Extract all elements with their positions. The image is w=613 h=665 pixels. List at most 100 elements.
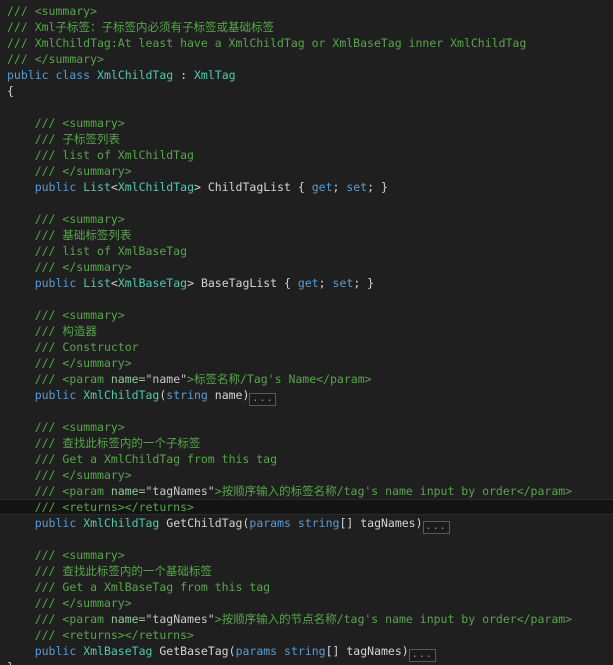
code-token-punc: ; } [353, 276, 375, 290]
code-line[interactable]: /// Xml子标签：子标签内必须有子标签或基础标签 [7, 19, 613, 35]
code-line[interactable]: /// 查找此标签内的一个子标签 [7, 435, 613, 451]
code-token-doctag: > [214, 484, 222, 498]
code-line[interactable]: /// <param name="tagNames">按顺序输入的节点名称/ta… [7, 611, 613, 627]
code-token-cmt: /// [34, 212, 63, 226]
code-token-id: name [214, 388, 243, 402]
code-line[interactable]: /// <param name="name">标签名称/Tag's Name</… [7, 371, 613, 387]
code-token-cmt: /// [7, 4, 35, 18]
code-line[interactable]: /// </summary> [7, 355, 613, 371]
code-token-kw: public [34, 644, 77, 658]
code-token-attrval: "tagNames" [145, 484, 215, 498]
code-token-doctag: <summary> [62, 548, 125, 562]
code-token-cmt: /// [34, 260, 63, 274]
code-line[interactable]: /// Get a XmlBaseTag from this tag [7, 579, 613, 595]
code-token-kw: params [235, 644, 278, 658]
code-token-punc: ; [318, 276, 333, 290]
code-token-doctag: > [214, 612, 222, 626]
code-line[interactable]: public class XmlChildTag : XmlTag [7, 67, 613, 83]
code-line[interactable]: /// <summary> [7, 307, 613, 323]
code-token-cmt: /// [34, 500, 63, 514]
code-token-type: XmlBaseTag [117, 276, 188, 290]
code-token-doctag: </param> [316, 372, 372, 386]
code-token-kw: public [34, 388, 77, 402]
code-line[interactable]: /// <summary> [7, 547, 613, 563]
code-token-punc: ) [242, 388, 250, 402]
code-token-id: tagNames [346, 644, 402, 658]
code-token-punc: { [290, 180, 312, 194]
code-token-punc: } [7, 660, 14, 665]
code-line[interactable]: /// 子标签列表 [7, 131, 613, 147]
code-token-cmt: /// [34, 628, 63, 642]
code-token-kw: set [346, 180, 368, 194]
code-line[interactable]: /// <returns></returns> [7, 627, 613, 643]
code-token-punc [208, 388, 215, 402]
code-token-punc [277, 644, 284, 658]
code-line[interactable]: /// list of XmlBaseTag [7, 243, 613, 259]
code-token-punc: ) [401, 644, 409, 658]
code-token-doctag: > [187, 372, 194, 386]
code-line[interactable]: /// 构造器 [7, 323, 613, 339]
code-token-cmt: /// 构造器 [34, 324, 97, 338]
code-line[interactable]: public XmlBaseTag GetBaseTag(params stri… [7, 643, 613, 662]
code-token-kw: public [34, 516, 77, 530]
code-line[interactable]: public List<XmlChildTag> ChildTagList { … [7, 179, 613, 195]
code-line[interactable]: /// <summary> [7, 115, 613, 131]
code-token-punc: { [277, 276, 298, 290]
code-line[interactable]: /// <summary> [7, 419, 613, 435]
code-line-current[interactable]: /// <returns></returns> [0, 499, 613, 515]
code-token-kw: string [297, 516, 340, 530]
code-token-doctag: </param> [516, 612, 573, 626]
code-line[interactable]: /// <summary> [7, 3, 613, 19]
code-token-doctag: <returns></returns> [62, 628, 194, 642]
code-line[interactable]: public XmlChildTag GetChildTag(params st… [7, 515, 613, 534]
code-token-punc [90, 68, 97, 82]
code-token-kw: get [311, 180, 333, 194]
code-token-punc: < [110, 180, 118, 194]
code-token-doctag: </summary> [34, 52, 104, 66]
code-line[interactable]: /// 基础标签列表 [7, 227, 613, 243]
code-line[interactable]: /// list of XmlChildTag [7, 147, 613, 163]
code-token-cmt: /// 基础标签列表 [34, 228, 132, 242]
code-token-cmt: /// [34, 612, 63, 626]
code-line[interactable]: /// <summary> [7, 211, 613, 227]
code-line[interactable] [7, 99, 613, 115]
code-line[interactable]: public XmlChildTag(string name)... [7, 387, 613, 406]
code-line[interactable]: /// Get a XmlChildTag from this tag [7, 451, 613, 467]
code-token-type: XmlChildTag [117, 180, 194, 194]
code-line[interactable]: /// XmlChildTag:At least have a XmlChild… [7, 35, 613, 51]
code-token-punc: [] [339, 516, 361, 530]
code-line[interactable]: public List<XmlBaseTag> BaseTagList { ge… [7, 275, 613, 291]
code-line[interactable] [7, 531, 613, 547]
code-line[interactable] [7, 195, 613, 211]
code-editor-surface[interactable]: /// <summary>/// Xml子标签：子标签内必须有子标签或基础标签 /… [0, 0, 613, 665]
code-token-cmt: /// list of XmlChildTag [34, 148, 194, 162]
code-token-id: GetBaseTag [159, 644, 229, 658]
code-token-punc: > [194, 180, 208, 194]
code-line[interactable]: } [7, 659, 613, 665]
code-token-punc: ) [415, 516, 423, 530]
code-token-kw: public [7, 68, 49, 82]
code-token-punc [291, 516, 298, 530]
code-line[interactable]: /// </summary> [7, 259, 613, 275]
code-token-id: tagNames [360, 516, 416, 530]
code-line[interactable] [7, 291, 613, 307]
code-token-cmt: /// Get a XmlBaseTag from this tag [34, 580, 271, 594]
code-token-doctxt: 按顺序输入的节点名称/tag's name input by order [221, 612, 517, 626]
code-token-doctag: </summary> [62, 164, 132, 178]
code-token-punc: ; [332, 180, 347, 194]
code-line[interactable]: /// </summary> [7, 163, 613, 179]
code-token-doctag: <summary> [62, 420, 125, 434]
code-line[interactable]: /// </summary> [7, 467, 613, 483]
code-line[interactable]: /// Constructor [7, 339, 613, 355]
code-line[interactable] [7, 403, 613, 419]
code-token-kw: class [55, 68, 91, 82]
code-token-cmt: /// 查找此标签内的一个基础标签 [34, 564, 212, 578]
code-token-attrval: "name" [145, 372, 188, 386]
code-line[interactable]: /// </summary> [7, 595, 613, 611]
code-line[interactable]: /// <param name="tagNames">按顺序输入的标签名称/ta… [7, 483, 613, 499]
code-line[interactable]: /// </summary> [7, 51, 613, 67]
code-line[interactable]: { [7, 83, 613, 99]
code-line[interactable]: /// 查找此标签内的一个基础标签 [7, 563, 613, 579]
code-token-kw: public [34, 180, 77, 194]
code-token-attrname: name= [110, 372, 146, 386]
